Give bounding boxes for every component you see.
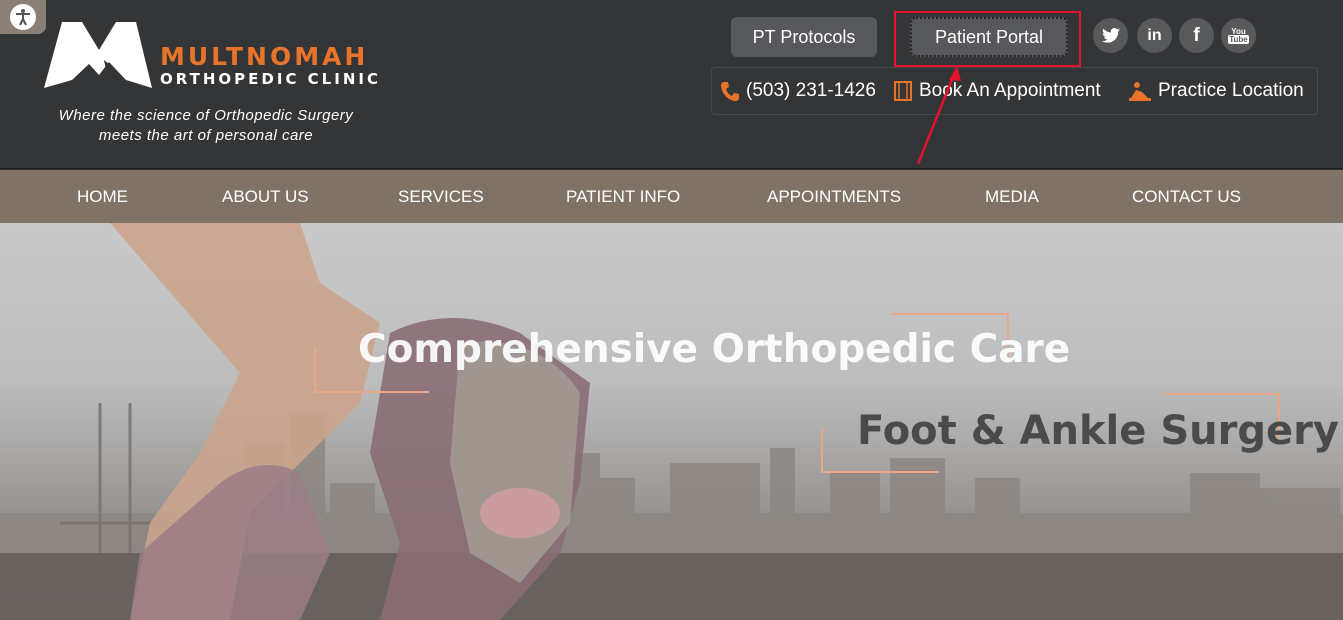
tagline-line-2: meets the art of personal care xyxy=(98,127,314,144)
nav-contact-us[interactable]: CONTACT US xyxy=(1132,187,1241,207)
mountain-logo-icon xyxy=(44,22,152,88)
tagline-line-1: Where the science of Orthopedic Surgery xyxy=(58,107,354,124)
accessibility-button[interactable] xyxy=(0,0,46,34)
calendar-icon xyxy=(894,81,912,101)
nav-home[interactable]: HOME xyxy=(77,187,128,207)
book-appointment-label: Book An Appointment xyxy=(919,80,1101,101)
frame-line xyxy=(821,471,939,473)
twitter-icon[interactable] xyxy=(1093,18,1128,53)
linkedin-icon[interactable]: in xyxy=(1137,18,1172,53)
nav-patient-info[interactable]: PATIENT INFO xyxy=(566,187,680,207)
frame-line xyxy=(314,348,316,393)
frame-line xyxy=(891,313,1009,315)
annotation-highlight-box xyxy=(894,11,1081,67)
brand-subtitle: ORTHOPEDIC CLINIC xyxy=(160,70,381,88)
accessibility-icon xyxy=(10,4,36,30)
pt-protocols-button[interactable]: PT Protocols xyxy=(731,17,877,57)
frame-line xyxy=(1162,393,1280,395)
phone-number: (503) 231-1426 xyxy=(746,80,876,101)
phone-link[interactable]: (503) 231-1426 xyxy=(720,80,876,102)
site-header: MULTNOMAH ORTHOPEDIC CLINIC Where the sc… xyxy=(0,0,1343,169)
nav-media[interactable]: MEDIA xyxy=(985,187,1039,207)
nav-services[interactable]: SERVICES xyxy=(398,187,484,207)
practice-location-label: Practice Location xyxy=(1158,80,1304,101)
facebook-icon[interactable]: f xyxy=(1179,18,1214,53)
nav-about-us[interactable]: ABOUT US xyxy=(222,187,309,207)
main-nav: HOME ABOUT US SERVICES PATIENT INFO APPO… xyxy=(0,170,1343,223)
frame-line xyxy=(821,428,823,473)
contact-bar: (503) 231-1426 Book An Appointment Pract… xyxy=(711,67,1318,115)
frame-line xyxy=(314,391,429,393)
hero-banner: Comprehensive Orthopedic Care Foot & Ank… xyxy=(0,223,1343,620)
tagline: Where the science of Orthopedic Surgery … xyxy=(30,106,382,146)
hero-subtitle: Foot & Ankle Surgery xyxy=(857,408,1339,454)
location-icon xyxy=(1129,82,1151,101)
practice-location-link[interactable]: Practice Location xyxy=(1128,80,1304,102)
brand-name: MULTNOMAH xyxy=(160,42,369,71)
phone-icon xyxy=(721,82,739,101)
nav-appointments[interactable]: APPOINTMENTS xyxy=(767,187,901,207)
hero-title: Comprehensive Orthopedic Care xyxy=(358,327,1071,372)
book-appointment-link[interactable]: Book An Appointment xyxy=(893,80,1101,102)
youtube-icon[interactable]: You Tube xyxy=(1221,18,1256,53)
